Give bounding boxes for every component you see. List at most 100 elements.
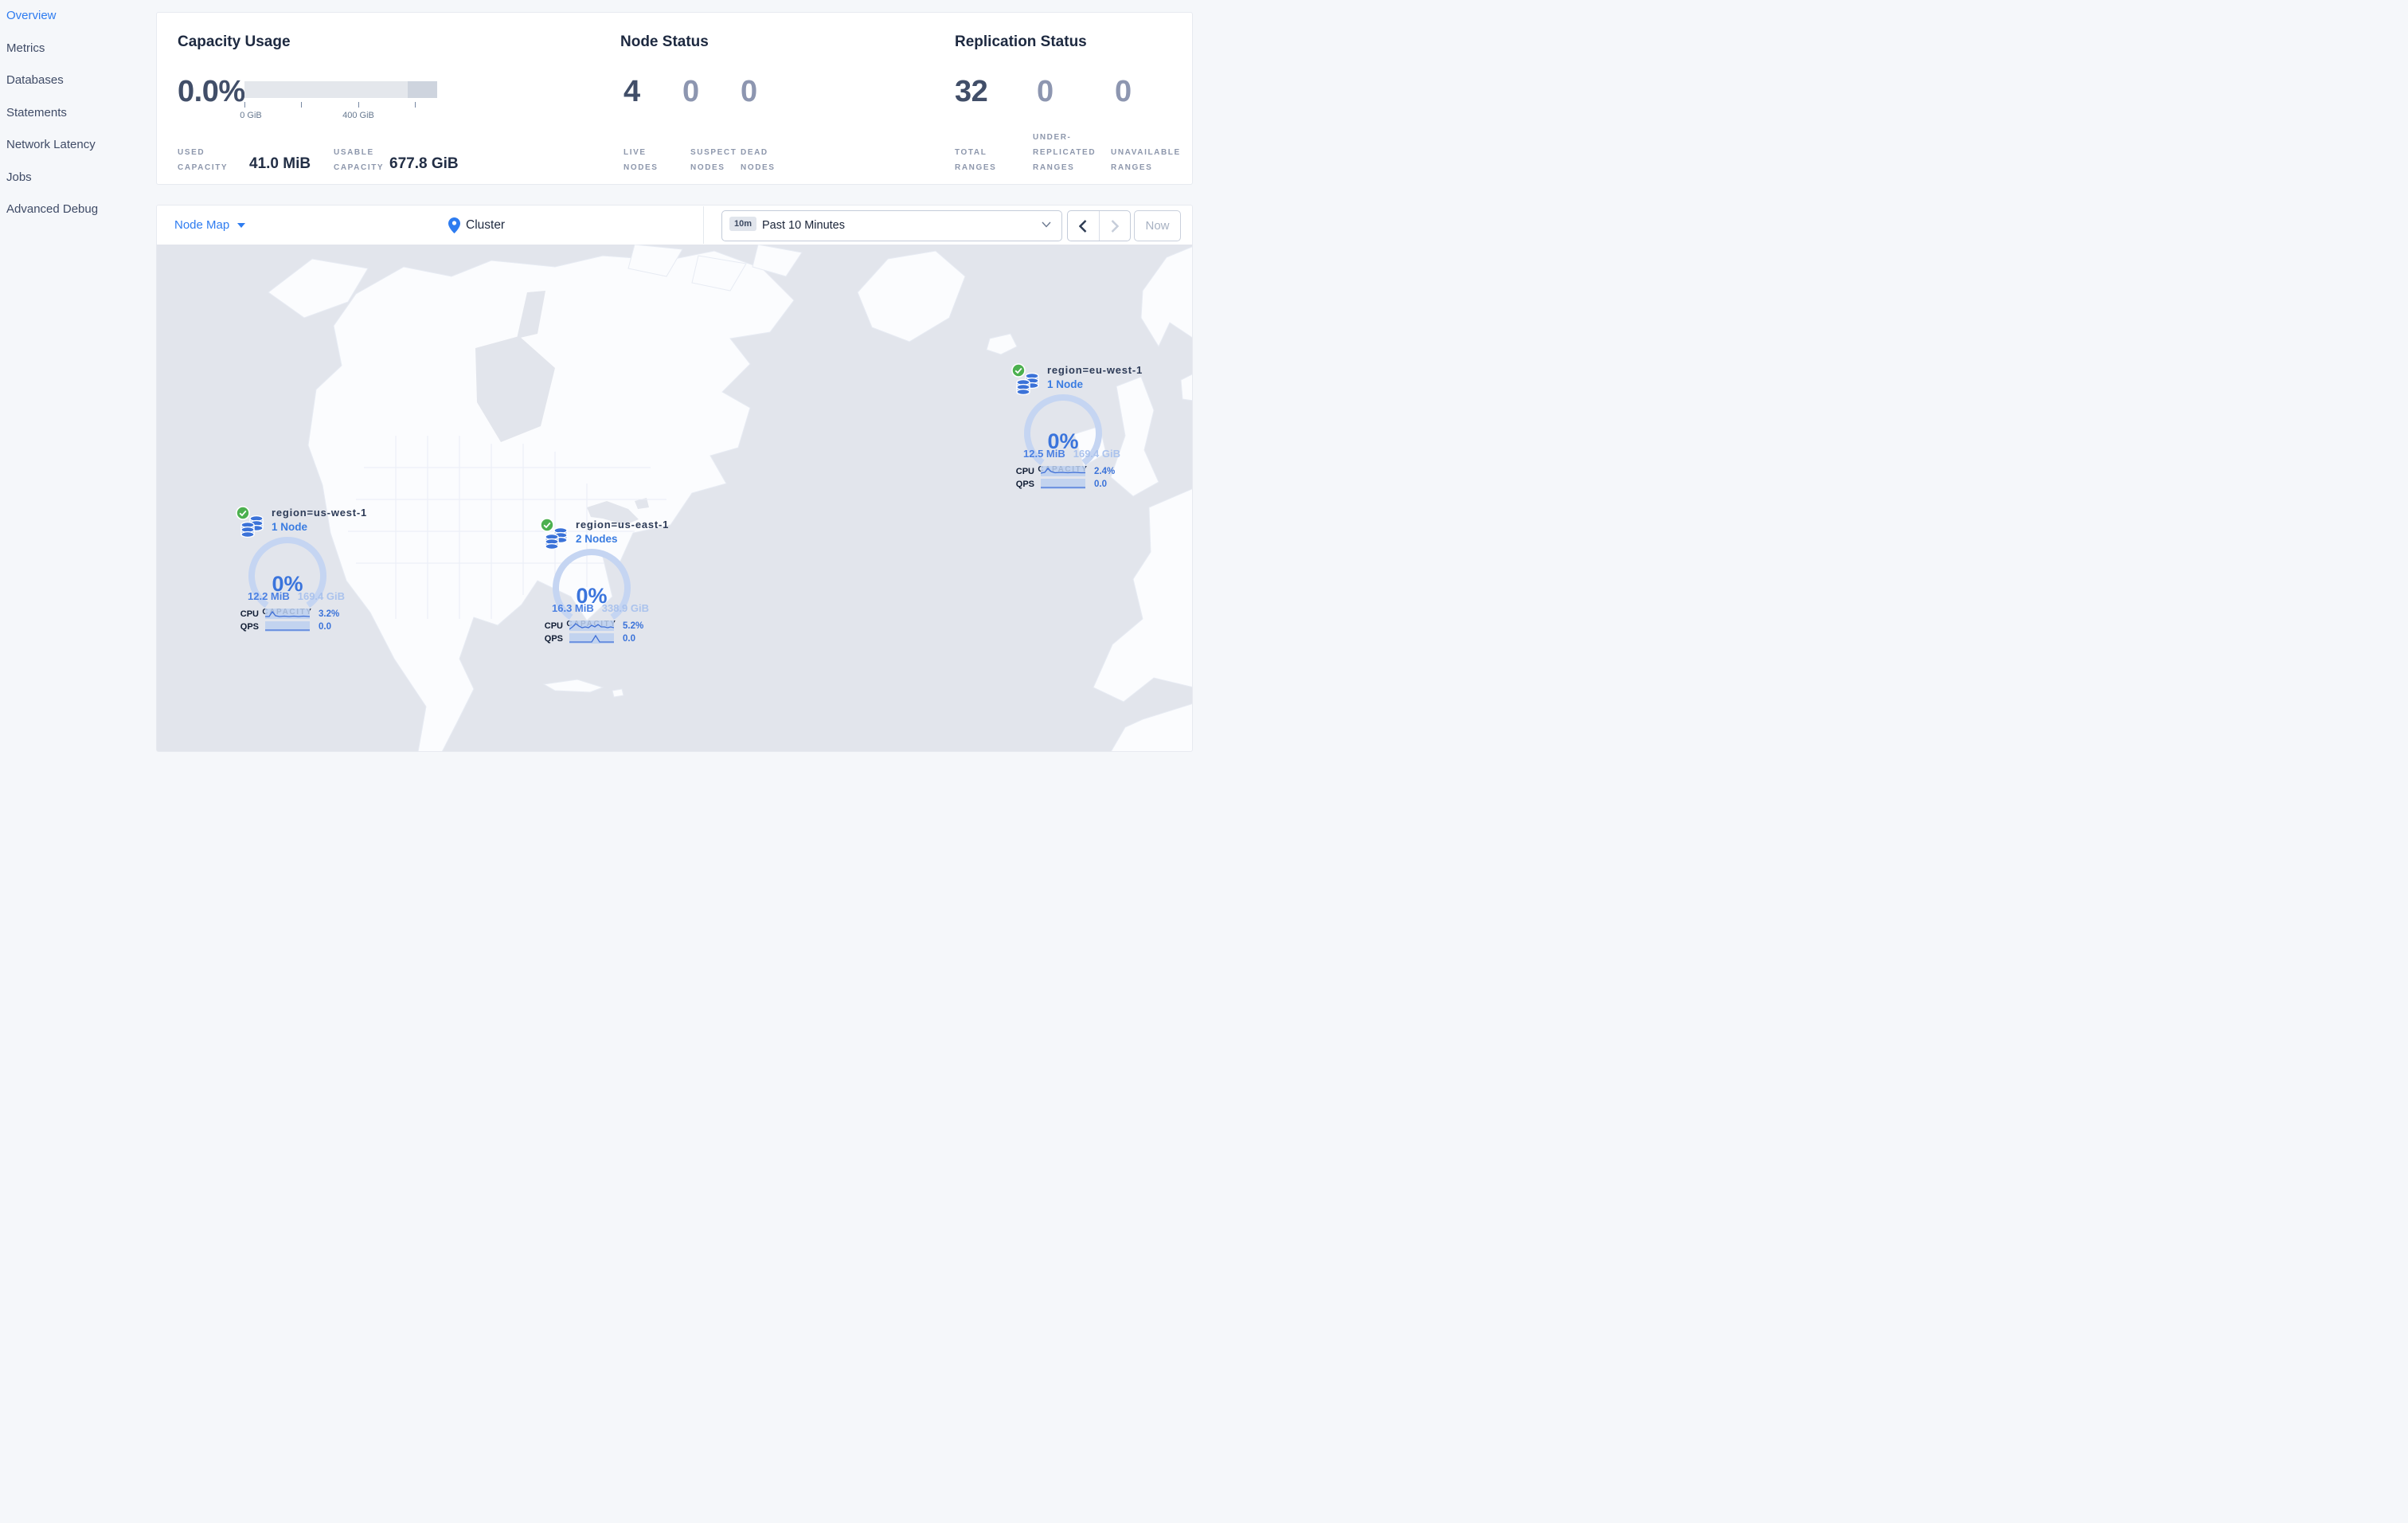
dead-nodes-label: DEAD NODES	[741, 148, 776, 172]
axis-tick	[358, 102, 359, 108]
total-ranges-label: TOTAL RANGES	[955, 148, 997, 172]
usable-value: 338.9 GiB	[601, 602, 649, 614]
node-map[interactable]: region=us-west-1 1 Node 0% CAPACITY 12.2…	[157, 245, 1192, 751]
qps-value: 0.0	[1094, 480, 1107, 489]
qps-sparkline	[569, 634, 614, 643]
region-marker-text: region=eu-west-1 1 Node	[1047, 364, 1143, 390]
view-selector-dropdown[interactable]: Node Map	[174, 206, 246, 245]
sidebar-item-network-latency[interactable]: Network Latency	[0, 129, 156, 162]
capacity-bar-reserved-segment	[408, 81, 437, 98]
qps-label: QPS	[240, 622, 259, 632]
used-capacity-label: USED CAPACITY	[178, 148, 229, 172]
cluster-summary-card: Capacity Usage 0.0% 0 GiB 400 GiB USED C…	[156, 12, 1193, 185]
usable-value: 169.4 GiB	[297, 590, 345, 602]
capacity-values: 12.2 MiB 169.4 GiB	[248, 590, 345, 602]
axis-tick-label: 400 GiB	[342, 111, 374, 120]
cockroachdb-overview-page: Overview Metrics Databases Statements Ne…	[0, 0, 1204, 762]
used-value: 12.2 MiB	[248, 590, 290, 602]
unavailable-ranges-count: 0	[1115, 75, 1132, 108]
capacity-gauge: 0% CAPACITY	[552, 546, 631, 628]
time-range-dropdown[interactable]: 10m Past 10 Minutes	[721, 210, 1062, 241]
capacity-gauge: 0% CAPACITY	[248, 534, 327, 617]
cpu-row: CPU 3.2%	[236, 609, 355, 620]
capacity-percent: 0.0%	[178, 75, 245, 108]
suspect-nodes-label: SUSPECT NODES	[690, 148, 737, 172]
under-replicated-ranges-count: 0	[1037, 75, 1054, 108]
qps-row: QPS 0.0	[540, 633, 659, 644]
cpu-sparkline	[569, 623, 614, 630]
qps-sparkline	[265, 629, 310, 631]
sidebar-item-databases[interactable]: Databases	[0, 65, 156, 97]
unavailable-ranges-label: UNAVAILABLE RANGES	[1111, 148, 1181, 172]
usable-capacity-label: USABLE CAPACITY	[334, 148, 385, 172]
now-button[interactable]: Now	[1134, 210, 1181, 241]
cpu-label: CPU	[1015, 467, 1034, 476]
capacity-usage-title: Capacity Usage	[178, 33, 291, 50]
capacity-values: 12.5 MiB 169.4 GiB	[1023, 448, 1120, 460]
dead-nodes-count: 0	[741, 75, 757, 108]
breadcrumb-label: Cluster	[466, 217, 506, 232]
region-name: region=us-west-1	[272, 507, 368, 519]
qps-row: QPS 0.0	[236, 621, 355, 632]
qps-label: QPS	[544, 634, 563, 644]
qps-sparkline	[1041, 487, 1085, 488]
time-next-button[interactable]	[1098, 211, 1131, 241]
cpu-sparkline	[1041, 468, 1085, 474]
qps-row: QPS 0.0	[1011, 479, 1131, 490]
region-marker-text: region=us-east-1 2 Nodes	[576, 519, 669, 545]
sidebar-item-overview[interactable]: Overview	[0, 0, 156, 33]
node-status-title: Node Status	[620, 33, 709, 50]
cpu-sparkline	[265, 610, 310, 617]
time-range-label: Past 10 Minutes	[762, 219, 845, 232]
axis-tick	[244, 102, 245, 108]
time-range-badge: 10m	[729, 217, 757, 231]
live-nodes-count: 4	[624, 75, 640, 108]
breadcrumb[interactable]: Cluster	[448, 206, 505, 245]
sidebar-item-metrics[interactable]: Metrics	[0, 33, 156, 65]
toolbar-divider	[703, 206, 704, 244]
live-nodes-label: LIVE NODES	[624, 148, 659, 172]
sidebar-item-statements[interactable]: Statements	[0, 97, 156, 130]
usable-value: 169.4 GiB	[1073, 448, 1120, 460]
world-map-graphic	[157, 245, 1192, 751]
used-value: 12.5 MiB	[1023, 448, 1065, 460]
cpu-label: CPU	[240, 609, 259, 619]
capacity-gauge: 0% CAPACITY	[1023, 392, 1103, 474]
cpu-row: CPU 5.2%	[540, 621, 659, 632]
map-toolbar: Node Map Cluster 10m Past 10 Minutes Now	[157, 206, 1192, 245]
node-map-card: Node Map Cluster 10m Past 10 Minutes Now	[156, 205, 1193, 752]
cpu-label: CPU	[544, 621, 563, 631]
region-name: region=us-east-1	[576, 519, 670, 531]
suspect-nodes-count: 0	[682, 75, 699, 108]
usable-capacity-value: 677.8 GiB	[389, 155, 459, 172]
cpu-value: 3.2%	[319, 609, 340, 619]
qps-label: QPS	[1015, 480, 1034, 489]
replication-status-title: Replication Status	[955, 33, 1087, 50]
chevron-left-icon	[1079, 219, 1087, 233]
map-pin-icon	[448, 217, 460, 233]
region-nodes-link[interactable]: 2 Nodes	[576, 533, 669, 545]
capacity-values: 16.3 MiB 338.9 GiB	[552, 602, 649, 614]
region-marker-text: region=us-west-1 1 Node	[272, 507, 367, 533]
chevron-down-icon	[1042, 221, 1051, 228]
used-value: 16.3 MiB	[552, 602, 594, 614]
cpu-row: CPU 2.4%	[1011, 466, 1131, 477]
chevron-right-icon	[1111, 219, 1119, 233]
region-nodes-link[interactable]: 1 Node	[272, 521, 367, 533]
cpu-value: 2.4%	[1094, 467, 1116, 476]
axis-tick-label: 0 GiB	[240, 111, 262, 120]
axis-tick	[415, 102, 416, 108]
qps-value: 0.0	[319, 622, 331, 632]
time-prev-button[interactable]	[1068, 211, 1099, 241]
region-name: region=eu-west-1	[1047, 364, 1143, 376]
sidebar-nav: Overview Metrics Databases Statements Ne…	[0, 0, 156, 762]
sidebar-item-advanced-debug[interactable]: Advanced Debug	[0, 194, 156, 226]
cpu-value: 5.2%	[623, 621, 644, 631]
axis-tick	[301, 102, 302, 108]
qps-value: 0.0	[623, 634, 635, 644]
used-capacity-value: 41.0 MiB	[249, 155, 311, 172]
time-step-controls	[1067, 210, 1131, 241]
region-nodes-link[interactable]: 1 Node	[1047, 378, 1143, 390]
view-selector-label: Node Map	[174, 218, 230, 232]
sidebar-item-jobs[interactable]: Jobs	[0, 162, 156, 194]
